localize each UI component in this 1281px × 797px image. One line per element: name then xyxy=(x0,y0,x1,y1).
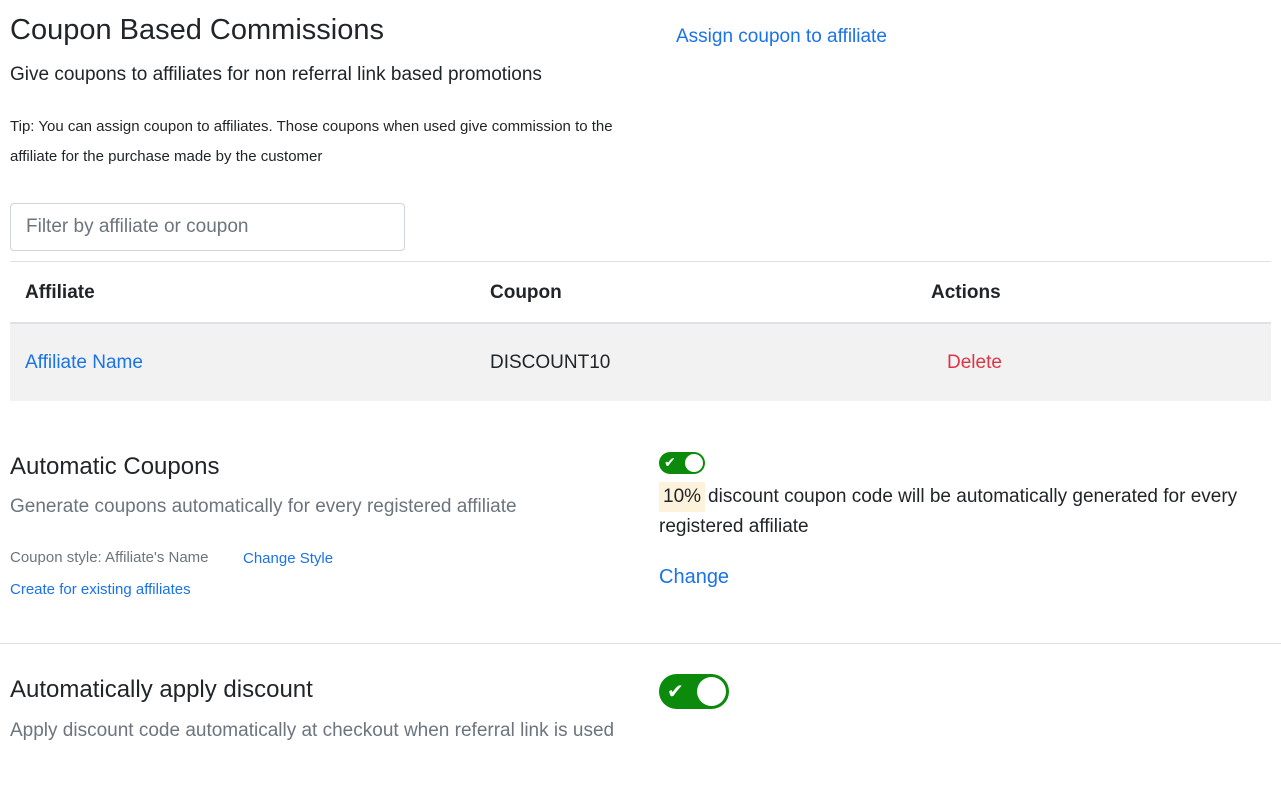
delete-button[interactable]: Delete xyxy=(947,352,1002,374)
toggle-knob xyxy=(685,454,703,472)
assign-coupon-link[interactable]: Assign coupon to affiliate xyxy=(676,26,887,48)
table-row xyxy=(10,324,1271,401)
filter-input[interactable] xyxy=(10,203,405,251)
change-discount-link[interactable]: Change xyxy=(659,566,729,589)
create-existing-affiliates-link[interactable]: Create for existing affiliates xyxy=(10,581,191,598)
tip-text: Tip: You can assign coupon to affiliates… xyxy=(10,118,613,165)
column-header-actions: Actions xyxy=(931,282,1001,303)
discount-text: discount coupon code will be automatical… xyxy=(659,486,1238,537)
affiliate-name-link[interactable]: Affiliate Name xyxy=(25,352,143,374)
auto-apply-description: Apply discount code automatically at che… xyxy=(10,720,615,741)
auto-apply-title: Automatically apply discount xyxy=(10,676,313,703)
column-header-affiliate: Affiliate xyxy=(25,282,95,303)
section-divider xyxy=(0,643,1281,644)
automatic-coupons-description: Generate coupons automatically for every… xyxy=(10,496,517,517)
coupon-code: DISCOUNT10 xyxy=(490,352,611,373)
automatic-coupons-title: Automatic Coupons xyxy=(10,453,220,480)
column-header-coupon: Coupon xyxy=(490,282,562,303)
change-style-link[interactable]: Change Style xyxy=(243,550,333,567)
check-icon: ✔ xyxy=(667,679,684,703)
automatic-coupons-toggle[interactable]: ✔ xyxy=(659,452,705,474)
discount-description: 10% discount coupon code will be automati… xyxy=(659,482,1259,542)
discount-value-badge: 10% xyxy=(659,482,706,512)
table-top-divider xyxy=(10,261,1271,262)
toggle-knob xyxy=(697,677,726,706)
page-title: Coupon Based Commissions xyxy=(10,14,384,46)
page-subtitle: Give coupons to affiliates for non refer… xyxy=(10,64,542,85)
check-icon: ✔ xyxy=(664,455,676,471)
coupon-style-label: Coupon style: Affiliate's Name xyxy=(10,549,209,566)
auto-apply-toggle[interactable]: ✔ xyxy=(659,674,729,709)
